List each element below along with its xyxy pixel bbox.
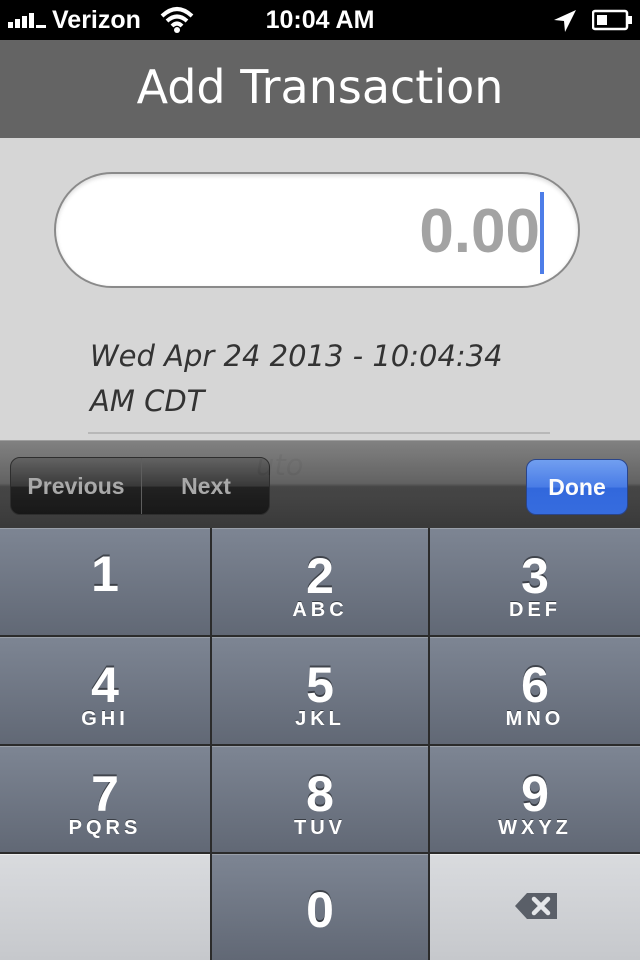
key-blank — [0, 854, 210, 960]
key-5[interactable]: 5 JKL — [212, 637, 428, 744]
key-digit: 1 — [91, 546, 119, 602]
key-letters: TUV — [294, 817, 346, 839]
key-letters: GHI — [81, 708, 129, 730]
next-button[interactable]: Next — [142, 458, 269, 514]
done-button[interactable]: Done — [526, 459, 628, 515]
key-9[interactable]: 9 WXYZ — [430, 746, 640, 852]
amount-input[interactable]: 0.00 — [54, 172, 580, 288]
key-digit: 2 — [306, 548, 334, 604]
navigation-bar: Add Transaction — [0, 40, 640, 138]
divider — [88, 432, 550, 434]
key-6[interactable]: 6 MNO — [430, 637, 640, 744]
key-letters: ABC — [292, 599, 348, 621]
battery-icon — [592, 9, 632, 31]
key-1[interactable]: 1 — [0, 528, 210, 635]
key-8[interactable]: 8 TUV — [212, 746, 428, 852]
location-arrow-icon — [554, 10, 576, 32]
key-digit: 6 — [521, 657, 549, 713]
numeric-keypad: 1 2 ABC 3 DEF 4 GHI 5 JKL 6 MNO 7 PQRS 8… — [0, 528, 640, 960]
key-letters: PQRS — [68, 817, 142, 839]
key-3[interactable]: 3 DEF — [430, 528, 640, 635]
backspace-icon — [515, 893, 557, 919]
delete-key[interactable] — [430, 854, 640, 960]
key-digit: 4 — [91, 657, 119, 713]
key-digit: 7 — [91, 766, 119, 822]
key-4[interactable]: 4 GHI — [0, 637, 210, 744]
previous-button[interactable]: Previous — [11, 458, 142, 514]
key-digit: 8 — [306, 766, 334, 822]
amount-value: 0.00 — [419, 197, 540, 266]
key-letters: WXYZ — [498, 817, 572, 839]
prev-next-control: Previous Next — [10, 457, 270, 515]
key-digit: 0 — [306, 882, 334, 938]
key-7[interactable]: 7 PQRS — [0, 746, 210, 852]
page-title: Add Transaction — [136, 60, 504, 114]
transaction-timestamp: Wed Apr 24 2013 - 10:04:34 AM CDT — [90, 339, 503, 418]
text-caret — [540, 192, 544, 274]
key-digit: 9 — [521, 766, 549, 822]
key-2[interactable]: 2 ABC — [212, 528, 428, 635]
key-letters: MNO — [505, 708, 565, 730]
key-letters: DEF — [509, 599, 561, 621]
transaction-form: 0.00 Wed Apr 24 2013 - 10:04:34 AM CDT u… — [0, 138, 640, 482]
status-bar: Verizon 10:04 AM — [0, 0, 640, 40]
status-clock: 10:04 AM — [265, 6, 375, 34]
key-letters: JKL — [295, 708, 345, 730]
key-digit: 3 — [521, 548, 549, 604]
keyboard-accessory-toolbar: Previous Next Done — [0, 440, 640, 529]
key-0[interactable]: 0 — [212, 854, 428, 960]
key-digit: 5 — [306, 657, 334, 713]
